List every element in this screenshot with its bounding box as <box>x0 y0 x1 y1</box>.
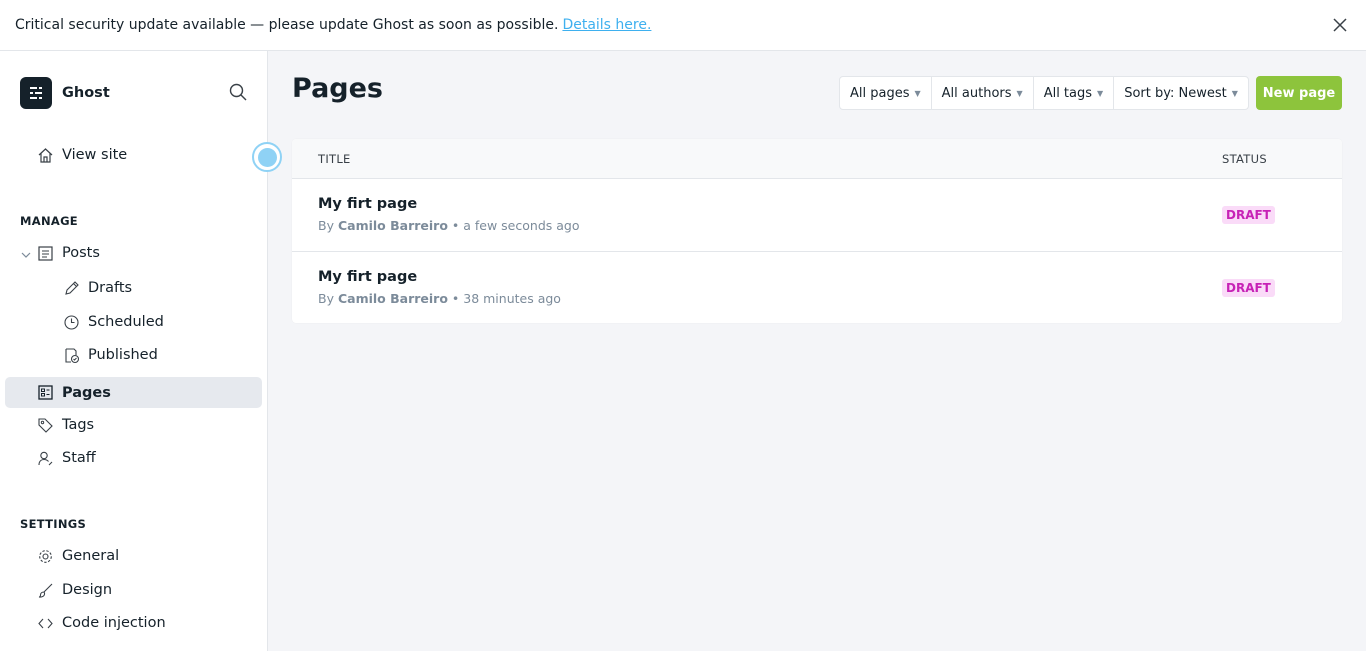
chevron-down-icon: ▼ <box>1231 88 1238 98</box>
clock-icon <box>62 313 80 331</box>
by-label: By <box>318 218 334 233</box>
published-icon <box>62 346 80 364</box>
sidebar-item-label: Design <box>62 582 113 598</box>
sidebar-item-scheduled[interactable]: Scheduled <box>62 313 164 331</box>
tag-filter-select[interactable]: All tags ▼ <box>1034 77 1115 109</box>
sidebar-item-label: Published <box>88 347 158 363</box>
sort-label: Sort by: Newest <box>1124 85 1227 101</box>
sidebar-item-design[interactable]: Design <box>36 581 112 599</box>
search-icon[interactable] <box>228 82 248 102</box>
sidebar-item-label: Staff <box>62 450 96 466</box>
chevron-down-icon: ▼ <box>1097 88 1104 98</box>
sidebar-item-staff[interactable]: Staff <box>36 449 96 467</box>
new-page-button[interactable]: New page <box>1256 76 1342 110</box>
sidebar-item-drafts[interactable]: Drafts <box>62 279 132 297</box>
sidebar: Ghost View site MANAGE Posts Drafts Sche… <box>0 51 282 651</box>
page-meta: By Camilo Barreiro • a few seconds ago <box>318 218 579 233</box>
author-filter-select[interactable]: All authors ▼ <box>932 77 1034 109</box>
sidebar-item-code-injection[interactable]: Code injection <box>36 614 166 632</box>
status-badge: DRAFT <box>1222 206 1275 224</box>
author-filter-label: All authors <box>941 85 1012 101</box>
sidebar-item-label: Posts <box>62 245 100 261</box>
author-name: Camilo Barreiro <box>337 291 448 306</box>
timestamp: • a few seconds ago <box>451 218 580 233</box>
chevron-down-icon[interactable] <box>20 249 32 261</box>
sidebar-item-general[interactable]: General <box>36 547 119 565</box>
sidebar-item-label: General <box>62 548 120 564</box>
sidebar-item-published[interactable]: Published <box>62 346 158 364</box>
sidebar-item-posts[interactable]: Posts <box>36 244 100 262</box>
close-icon[interactable] <box>1330 15 1350 35</box>
type-filter-select[interactable]: All pages ▼ <box>840 77 932 109</box>
brush-icon <box>36 581 54 599</box>
status-column-header: STATUS <box>1222 152 1267 166</box>
page-title: Pages <box>292 73 383 104</box>
tag-icon <box>36 416 54 434</box>
pencil-icon <box>62 279 80 297</box>
table-header: TITLE STATUS <box>292 139 1342 179</box>
sort-select[interactable]: Sort by: Newest ▼ <box>1114 77 1248 109</box>
brand-name: Ghost <box>62 85 110 101</box>
settings-section-title: SETTINGS <box>20 517 87 531</box>
home-icon <box>36 146 54 164</box>
sidebar-item-label: Drafts <box>88 280 133 296</box>
timestamp: • 38 minutes ago <box>451 291 561 306</box>
gear-icon <box>36 547 54 565</box>
banner-message: Critical security update available — ple… <box>15 17 559 33</box>
update-banner: Critical security update available — ple… <box>0 0 1366 51</box>
chevron-down-icon: ▼ <box>914 88 921 98</box>
filter-bar: All pages ▼ All authors ▼ All tags ▼ Sor… <box>839 76 1249 110</box>
code-icon <box>36 614 54 632</box>
view-site-label: View site <box>62 147 128 163</box>
posts-icon <box>36 244 54 262</box>
view-site-link[interactable]: View site <box>36 146 127 164</box>
table-row[interactable]: My firt page By Camilo Barreiro • a few … <box>292 179 1342 251</box>
pages-icon <box>36 384 54 402</box>
author-name: Camilo Barreiro <box>337 218 448 233</box>
page-meta: By Camilo Barreiro • 38 minutes ago <box>318 291 561 306</box>
sidebar-item-label: Code injection <box>62 615 166 631</box>
sidebar-item-label: Scheduled <box>88 314 164 330</box>
staff-icon <box>36 449 54 467</box>
sidebar-item-label: Tags <box>62 417 95 433</box>
sidebar-item-pages[interactable]: Pages <box>5 377 262 408</box>
page-title-link[interactable]: My firt page <box>318 196 417 212</box>
chevron-down-icon: ▼ <box>1016 88 1023 98</box>
type-filter-label: All pages <box>850 85 910 101</box>
title-column-header: TITLE <box>318 152 351 166</box>
banner-details-link[interactable]: Details here. <box>562 17 651 33</box>
ghost-logo-icon <box>20 77 52 109</box>
brand[interactable]: Ghost <box>20 77 110 109</box>
sidebar-item-tags[interactable]: Tags <box>36 416 94 434</box>
main-content: Pages All pages ▼ All authors ▼ All tags… <box>268 51 1366 651</box>
status-badge: DRAFT <box>1222 279 1275 297</box>
tag-filter-label: All tags <box>1043 85 1093 101</box>
page-title-link[interactable]: My firt page <box>318 269 417 285</box>
sidebar-item-label: Pages <box>62 384 111 401</box>
table-row[interactable]: My firt page By Camilo Barreiro • 38 min… <box>292 251 1342 323</box>
pages-table: TITLE STATUS My firt page By Camilo Barr… <box>292 139 1342 323</box>
manage-section-title: MANAGE <box>20 214 78 228</box>
by-label: By <box>318 291 334 306</box>
